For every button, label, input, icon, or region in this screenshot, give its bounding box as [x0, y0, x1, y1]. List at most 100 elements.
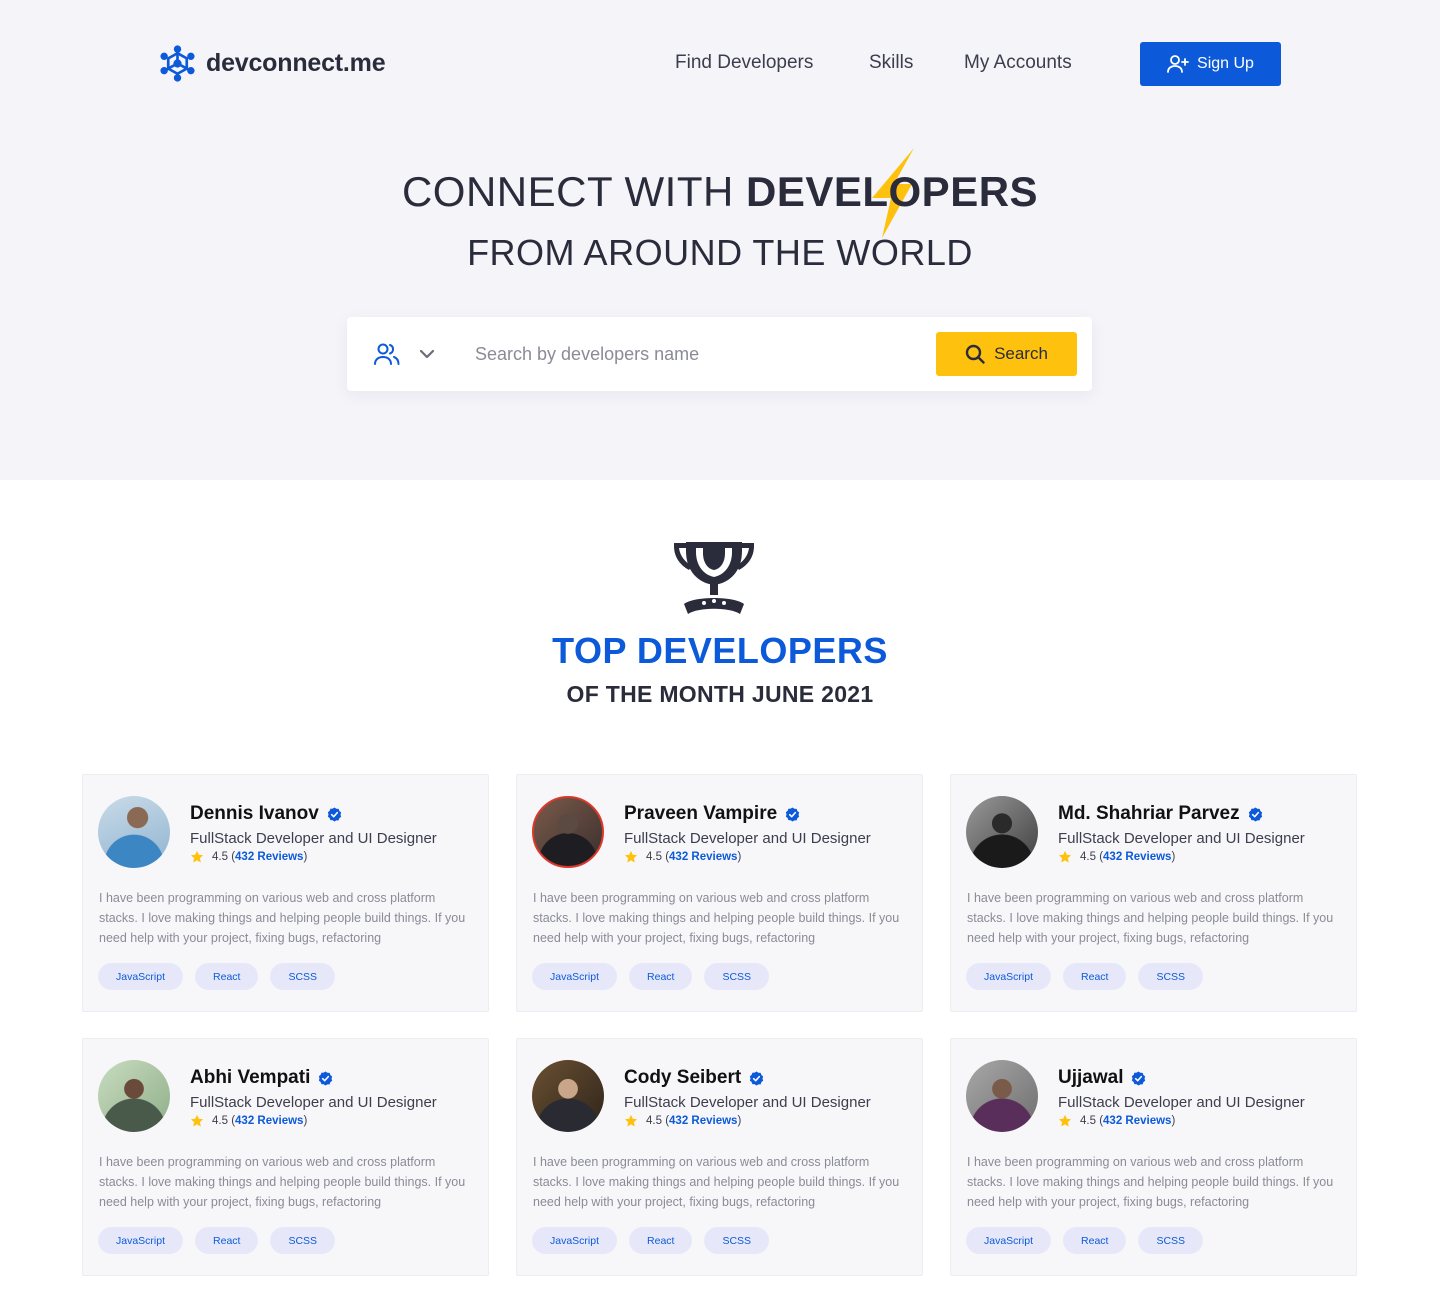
developer-name[interactable]: Dennis Ivanov — [190, 803, 319, 825]
developer-card[interactable]: Abhi Vempati FullStack Developer and UI … — [82, 1038, 489, 1276]
developer-bio: I have been programming on various web a… — [99, 891, 466, 945]
developer-card[interactable]: Md. Shahriar Parvez FullStack Developer … — [950, 774, 1357, 1012]
skill-tag[interactable]: React — [629, 1227, 693, 1254]
skill-tag[interactable]: SCSS — [704, 963, 770, 990]
developer-card[interactable]: Cody Seibert FullStack Developer and UI … — [516, 1038, 923, 1276]
nav-skills[interactable]: Skills — [869, 52, 913, 74]
developer-bio: I have been programming on various web a… — [967, 1155, 1334, 1209]
skill-tags: JavaScript React SCSS — [98, 1227, 336, 1254]
hero-headline-prefix: CONNECT WITH — [401, 168, 746, 215]
skill-tag[interactable]: SCSS — [1138, 963, 1204, 990]
reviews-link[interactable]: 432 Reviews — [1103, 1115, 1171, 1127]
developer-role: FullStack Developer and UI Designer — [624, 1094, 871, 1111]
verified-badge-icon — [1248, 806, 1262, 822]
skill-tag[interactable]: SCSS — [270, 1227, 336, 1254]
brand-name: devconnect.me — [206, 49, 386, 77]
skill-tag[interactable]: JavaScript — [966, 963, 1052, 990]
reviews-link[interactable]: 432 Reviews — [1103, 851, 1171, 863]
signup-button[interactable]: Sign Up — [1140, 42, 1281, 86]
skill-tag[interactable]: SCSS — [1138, 1227, 1204, 1254]
hero-headline: CONNECT WITH DEVELOPERS — [0, 168, 1440, 216]
developer-name[interactable]: Abhi Vempati — [190, 1067, 310, 1089]
developer-role: FullStack Developer and UI Designer — [1058, 1094, 1305, 1111]
signup-label: Sign Up — [1197, 55, 1254, 72]
developer-name-row: Cody Seibert — [624, 1067, 764, 1089]
skill-tag[interactable]: React — [195, 963, 259, 990]
skill-tag[interactable]: React — [195, 1227, 259, 1254]
hero-subheadline: FROM AROUND THE WORLD — [467, 232, 973, 273]
developer-name-row: Ujjawal — [1058, 1067, 1146, 1089]
rating-text: 4.5 (432 Reviews) — [1080, 1115, 1176, 1127]
developer-name[interactable]: Md. Shahriar Parvez — [1058, 803, 1240, 825]
reviews-link[interactable]: 432 Reviews — [669, 1115, 737, 1127]
rating-value: 4.5 — [646, 851, 662, 863]
rating: 4.5 (432 Reviews) — [624, 850, 741, 864]
logo[interactable]: devconnect.me — [159, 45, 386, 82]
rating-value: 4.5 — [646, 1115, 662, 1127]
developer-name[interactable]: Cody Seibert — [624, 1067, 741, 1089]
skill-tag[interactable]: React — [629, 963, 693, 990]
hero-headline-bold: DEVELOPERS — [745, 168, 1039, 215]
rating-value: 4.5 — [212, 851, 228, 863]
reviews-link[interactable]: 432 Reviews — [235, 1115, 303, 1127]
section-title: TOP DEVELOPERS — [552, 630, 888, 671]
search-icon — [965, 344, 985, 364]
developer-role: FullStack Developer and UI Designer — [624, 830, 871, 847]
reviews-link[interactable]: 432 Reviews — [669, 851, 737, 863]
nav-find-developers[interactable]: Find Developers — [675, 52, 813, 74]
verified-badge-icon — [319, 1070, 333, 1086]
developer-card[interactable]: Ujjawal FullStack Developer and UI Desig… — [950, 1038, 1357, 1276]
verified-badge-icon — [327, 806, 341, 822]
skill-tag[interactable]: JavaScript — [98, 963, 184, 990]
skill-tag[interactable]: JavaScript — [532, 1227, 618, 1254]
avatar[interactable] — [966, 796, 1038, 868]
developer-name[interactable]: Praveen Vampire — [624, 803, 777, 825]
developer-bio: I have been programming on various web a… — [533, 891, 900, 945]
star-icon — [190, 850, 204, 863]
developer-role: FullStack Developer and UI Designer — [190, 1094, 437, 1111]
developer-name[interactable]: Ujjawal — [1058, 1067, 1123, 1089]
skill-tag[interactable]: JavaScript — [98, 1227, 184, 1254]
avatar[interactable] — [532, 1060, 604, 1132]
rating-value: 4.5 — [1080, 1115, 1096, 1127]
skill-tag[interactable]: JavaScript — [966, 1227, 1052, 1254]
rating: 4.5 (432 Reviews) — [1058, 1114, 1175, 1128]
developer-bio: I have been programming on various web a… — [99, 1155, 466, 1209]
star-icon — [1058, 850, 1072, 863]
developer-name-row: Dennis Ivanov — [190, 803, 342, 825]
reviews-link[interactable]: 432 Reviews — [235, 851, 303, 863]
developer-card[interactable]: Praveen Vampire FullStack Developer and … — [516, 774, 923, 1012]
skill-tag[interactable]: SCSS — [704, 1227, 770, 1254]
search-filter-dropdown[interactable] — [373, 342, 435, 366]
skill-tags: JavaScript React SCSS — [966, 1227, 1204, 1254]
verified-badge-icon — [750, 1070, 764, 1086]
developer-bio: I have been programming on various web a… — [533, 1155, 900, 1209]
skill-tag[interactable]: JavaScript — [532, 963, 618, 990]
skill-tags: JavaScript React SCSS — [532, 963, 770, 990]
skill-tags: JavaScript React SCSS — [966, 963, 1204, 990]
search-button[interactable]: Search — [936, 332, 1077, 376]
rating-text: 4.5 (432 Reviews) — [212, 851, 308, 863]
developer-role: FullStack Developer and UI Designer — [1058, 830, 1305, 847]
search-button-label: Search — [994, 344, 1048, 363]
avatar[interactable] — [966, 1060, 1038, 1132]
rating-text: 4.5 (432 Reviews) — [1080, 851, 1176, 863]
star-icon — [624, 850, 638, 863]
search-bar: Search — [347, 317, 1092, 391]
skill-tag[interactable]: React — [1063, 963, 1127, 990]
avatar[interactable] — [98, 1060, 170, 1132]
skill-tag[interactable]: SCSS — [270, 963, 336, 990]
skill-tag[interactable]: React — [1063, 1227, 1127, 1254]
rating: 4.5 (432 Reviews) — [190, 1114, 307, 1128]
avatar[interactable] — [98, 796, 170, 868]
rating: 4.5 (432 Reviews) — [1058, 850, 1175, 864]
developer-card[interactable]: Dennis Ivanov FullStack Developer and UI… — [82, 774, 489, 1012]
star-icon — [624, 1114, 638, 1127]
users-icon — [374, 343, 400, 365]
avatar[interactable] — [532, 796, 604, 868]
developer-name-row: Md. Shahriar Parvez — [1058, 803, 1263, 825]
search-input[interactable] — [467, 333, 907, 375]
nav-my-accounts[interactable]: My Accounts — [964, 52, 1072, 74]
rating-value: 4.5 — [1080, 851, 1096, 863]
section-subtitle: OF THE MONTH JUNE 2021 — [566, 681, 874, 707]
